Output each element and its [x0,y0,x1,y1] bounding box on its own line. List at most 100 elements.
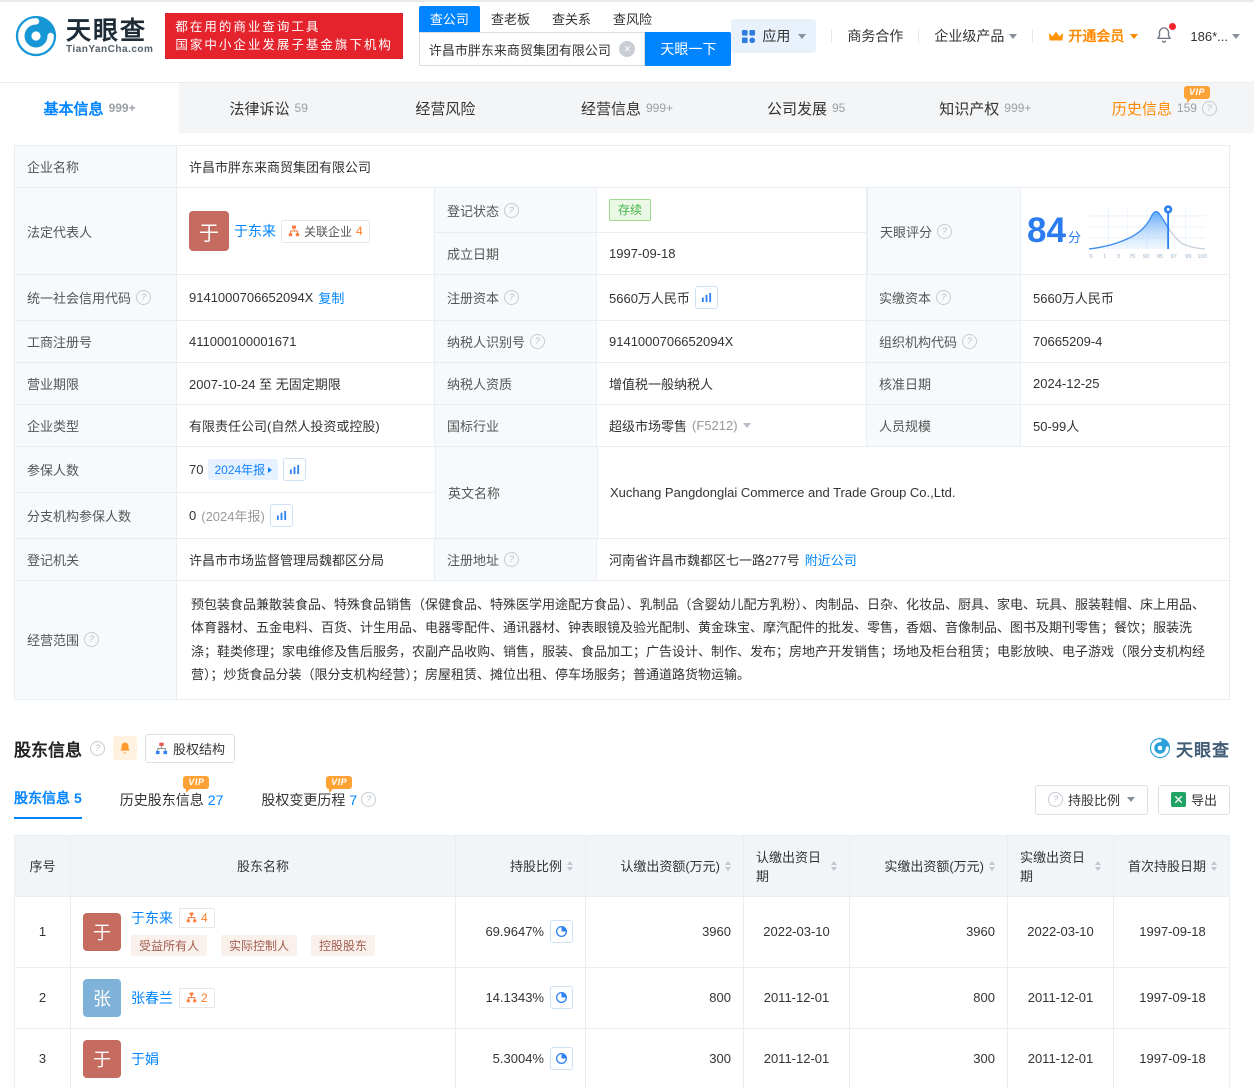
pie-chart-icon[interactable] [550,920,573,943]
shareholder-avatar[interactable]: 于 [83,913,121,951]
first-holding-date: 1997-09-18 [1114,968,1231,1028]
user-account[interactable]: 186*... [1190,29,1240,44]
related-companies-badge[interactable]: 关联企业 4 [281,220,370,243]
company-name-label: 企业名称 [15,146,177,187]
nav-open-vip[interactable]: 开通会员 [1048,26,1138,46]
help-icon[interactable] [361,792,376,807]
trend-chart-icon[interactable] [283,458,306,481]
apps-menu-label: 应用 [762,26,790,46]
col-ratio[interactable]: 持股比例 [456,836,586,896]
search-input[interactable]: 许昌市胖东来商贸集团有限公司 [419,32,645,66]
sort-icon[interactable] [989,861,995,871]
reg-capital-value: 5660万人民币 [609,288,690,307]
tab-business-info[interactable]: 经营信息 999+ [537,83,716,133]
shareholder-avatar[interactable]: 张 [83,979,121,1017]
vip-badge: VIP [1184,86,1210,99]
col-subscribed-date[interactable]: 认缴出资日期 [744,836,850,896]
staff-size-value: 50-99人 [1021,405,1231,446]
tab-equity-change-history[interactable]: VIP 股权变更历程 7 [261,790,376,819]
trend-chart-icon[interactable] [695,286,718,309]
sort-icon[interactable] [831,861,837,871]
search-tabs: 查公司 查老板 查关系 查风险 [419,6,731,32]
registry-label: 登记机关 [15,539,177,580]
help-icon[interactable] [504,552,519,567]
copy-link[interactable]: 复制 [318,288,344,307]
company-detail-tabs: 基本信息 999+ 法律诉讼 59 经营风险 经营信息 999+ 公司发展 95… [0,82,1254,133]
shareholder-name-link[interactable]: 张春兰 [131,988,173,1008]
tianyancha-logo[interactable]: 天眼查 TianYanCha.com [14,14,153,58]
help-icon[interactable] [937,224,952,239]
credit-code-label: 统一社会信用代码 [27,288,131,307]
col-index: 序号 [15,836,71,896]
col-first-holding-date[interactable]: 首次持股日期 [1114,836,1231,896]
related-companies-badge[interactable]: 2 [179,988,215,1008]
export-button[interactable]: 导出 [1158,785,1230,815]
row-company-type: 企业类型 有限责任公司(自然人投资或控股) 国标行业 超级市场零售 (F5212… [15,405,1229,447]
tab-basic-info[interactable]: 基本信息 999+ [0,83,179,133]
help-icon[interactable] [504,203,519,218]
subscribed-amount: 800 [586,968,744,1028]
help-icon[interactable] [1202,101,1217,116]
tab-operational-risk[interactable]: 经营风险 [358,83,537,133]
tab-shareholder-info[interactable]: 股东信息 5 [14,788,82,819]
company-type-value: 有限责任公司(自然人投资或控股) [177,405,435,446]
shareholder-name-link[interactable]: 于东来 [131,908,173,928]
tab-intellectual-property[interactable]: 知识产权 999+ [896,83,1075,133]
tab-label: 基本信息 [44,98,104,119]
help-icon[interactable] [136,290,151,305]
help-icon[interactable] [84,632,99,647]
sort-icon[interactable] [725,861,731,871]
help-icon[interactable] [504,290,519,305]
col-paid-date[interactable]: 实缴出资日期 [1008,836,1114,896]
pie-chart-icon[interactable] [550,1047,573,1070]
equity-structure-button[interactable]: 股权结构 [145,734,235,763]
paid-capital-value: 5660万人民币 [1021,275,1231,320]
search-button[interactable]: 天眼一下 [645,32,731,66]
notification-bell[interactable] [1155,26,1173,47]
clear-icon[interactable] [619,41,635,57]
annual-report-link[interactable]: 2024年报 [208,459,278,480]
row-index: 2 [15,968,71,1028]
apps-menu[interactable]: 应用 [731,19,816,53]
legal-rep-avatar[interactable]: 于 [189,211,229,251]
help-icon[interactable] [530,334,545,349]
tab-company-development[interactable]: 公司发展 95 [717,83,896,133]
shareholder-name-link[interactable]: 于娟 [131,1049,159,1069]
related-companies-badge[interactable]: 4 [179,908,215,928]
reg-capital-label: 注册资本 [447,288,499,307]
nav-business-cooperation[interactable]: 商务合作 [847,26,903,46]
tab-legal-proceedings[interactable]: 法律诉讼 59 [179,83,358,133]
paid-amount: 300 [850,1029,1008,1089]
search-tab-boss[interactable]: 查老板 [480,6,541,32]
promo-banner: 都在用的商业查询工具 国家中小企业发展子基金旗下机构 [165,13,403,59]
search-tab-relations[interactable]: 查关系 [541,6,602,32]
legal-rep-name-link[interactable]: 于东来 [234,221,276,241]
help-icon[interactable] [962,334,977,349]
help-icon[interactable] [90,741,105,756]
col-paid-amount[interactable]: 实缴出资额(万元) [850,836,1008,896]
sort-icon[interactable] [1095,861,1101,871]
sort-icon[interactable] [567,861,573,871]
tab-history-info[interactable]: VIP 历史信息 159 [1075,83,1254,133]
col-subscribed-amount[interactable]: 认缴出资额(万元) [586,836,744,896]
holding-ratio-button[interactable]: 持股比例 [1035,785,1148,815]
sort-icon[interactable] [1211,861,1217,871]
search-tab-company[interactable]: 查公司 [419,6,480,32]
holding-ratio: 5.3004% [493,1051,544,1066]
chevron-down-icon[interactable] [743,423,751,428]
tab-count: 999+ [1004,101,1031,115]
monitor-bell-button[interactable] [113,736,137,760]
nav-enterprise-products[interactable]: 企业级产品 [934,26,1017,46]
subscribed-amount: 3960 [586,897,744,967]
nav-vip-label: 开通会员 [1068,26,1124,46]
help-icon[interactable] [936,290,951,305]
tag-beneficial-owner: 受益所有人 [131,935,207,956]
english-name-value: Xuchang Pangdonglai Commerce and Trade G… [598,447,1229,538]
row-credit-code: 统一社会信用代码 9141000706652094X复制 注册资本 5660万人… [15,275,1229,321]
trend-chart-icon[interactable] [270,504,293,527]
tab-history-shareholders[interactable]: VIP 历史股东信息 27 [120,790,224,819]
search-tab-risk[interactable]: 查风险 [602,6,663,32]
shareholder-avatar[interactable]: 于 [83,1040,121,1078]
pie-chart-icon[interactable] [550,986,573,1009]
nearby-companies-link[interactable]: 附近公司 [805,550,857,569]
